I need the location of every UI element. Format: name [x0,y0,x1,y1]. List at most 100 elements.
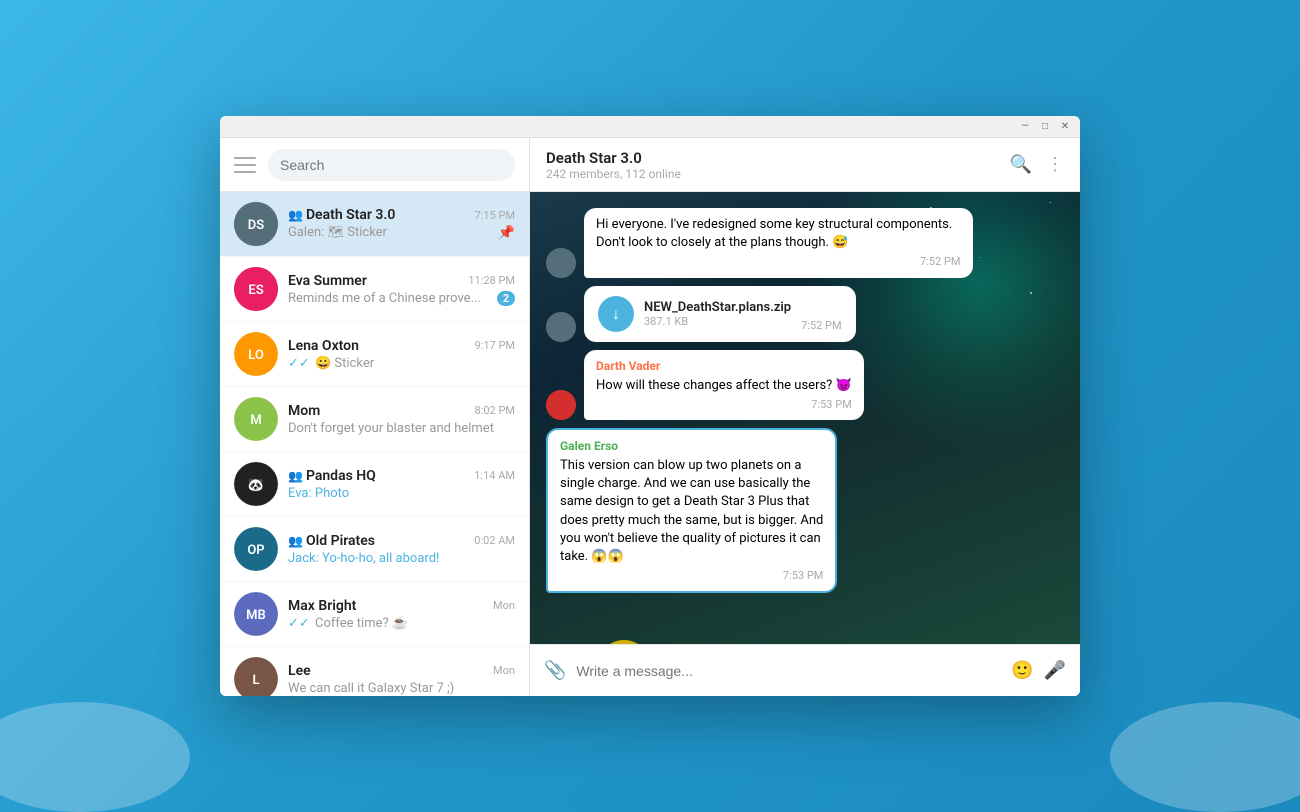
close-button[interactable]: ✕ [1058,120,1072,134]
message-avatar [546,312,576,342]
avatar: LO [234,332,278,376]
file-download-icon[interactable]: ↓ [598,296,634,332]
sidebar: DS 👥 Death Star 3.0 7:15 PM Galen: [220,138,530,696]
chat-item-lee[interactable]: L Lee Mon We can call it Galaxy Star 7 ;… [220,647,529,696]
avatar: L [234,657,278,696]
maximize-button[interactable]: □ [1038,120,1052,134]
chat-item-lena-oxton[interactable]: LO Lena Oxton 9:17 PM ✓✓ 😀 Sticker [220,322,529,387]
check-icon: ✓✓ [288,356,313,371]
more-options-button[interactable]: ⋮ [1046,154,1064,175]
chat-info: 👥 Pandas HQ 1:14 AM Eva: Photo [288,468,515,501]
chat-time: 1:14 AM [474,469,515,482]
chat-item-old-pirates[interactable]: OP 👥 Old Pirates 0:02 AM Jack: Yo-ho-ho,… [220,517,529,582]
avatar: ES [234,267,278,311]
message-time: 7:53 PM [596,397,852,412]
avatar: M [234,397,278,441]
chat-time: Mon [493,599,515,612]
message-input[interactable] [576,663,1001,679]
chat-header-info: Death Star 3.0 242 members, 112 online [546,149,1010,181]
chat-time: 0:02 AM [474,534,515,547]
chat-preview: Don't forget your blaster and helmet [288,421,515,436]
app-window: — □ ✕ DS [220,116,1080,696]
chat-top: Lena Oxton 9:17 PM [288,338,515,354]
svg-text:DS: DS [248,218,264,233]
chat-preview: We can call it Galaxy Star 7 ;) [288,681,515,696]
chat-name: 👥 Pandas HQ [288,468,376,484]
chat-time: Mon [493,664,515,677]
file-info: NEW_DeathStar.plans.zip 387.1 KB [644,300,791,328]
chat-name: Eva Summer [288,273,367,289]
emoji-button[interactable]: 🙂 [1011,660,1033,681]
messages-scroll: Hi everyone. I've redesigned some key st… [546,208,1064,644]
pinned-icon: 📌 [498,225,515,241]
message-avatar [546,248,576,278]
message-bubble: Galen Erso This version can blow up two … [546,428,837,593]
chat-item-max-bright[interactable]: MB Max Bright Mon ✓✓ Coffee time? ☕ [220,582,529,647]
chat-preview: Eva: Photo [288,486,515,501]
chat-top: Mom 8:02 PM [288,403,515,419]
chat-panel: Death Star 3.0 242 members, 112 online 🔍… [530,138,1080,696]
chat-name: Mom [288,403,320,419]
chat-item-death-star[interactable]: DS 👥 Death Star 3.0 7:15 PM Galen: [220,192,529,257]
chat-info: Max Bright Mon ✓✓ Coffee time? ☕ [288,598,515,631]
message-bubble: Darth Vader How will these changes affec… [584,350,864,420]
svg-text:L: L [252,673,259,688]
chat-header-actions: 🔍 ⋮ [1010,154,1064,175]
check-icon: ✓✓ [288,616,313,631]
chat-top: Eva Summer 11:28 PM [288,273,515,289]
chat-item-mom[interactable]: M Mom 8:02 PM Don't forget your blaster … [220,387,529,452]
message-bubble: Hi everyone. I've redesigned some key st… [584,208,973,278]
chat-time: 9:17 PM [475,339,515,352]
unread-badge: 2 [497,291,515,306]
avatar: OP [234,527,278,571]
svg-text:MB: MB [246,608,266,623]
search-button[interactable]: 🔍 [1010,154,1032,175]
main-content: DS 👥 Death Star 3.0 7:15 PM Galen: [220,138,1080,696]
chat-preview: ✓✓ Coffee time? ☕ [288,616,515,631]
sticker-area [584,605,744,644]
search-box[interactable] [268,149,515,181]
message-sender: Galen Erso [560,438,823,455]
avatar: 🐼 [234,462,278,506]
message-sender: Darth Vader [596,358,852,375]
svg-text:LO: LO [248,348,264,363]
svg-text:M: M [250,413,261,428]
chat-info: Mom 8:02 PM Don't forget your blaster an… [288,403,515,436]
chat-header-meta: 242 members, 112 online [546,167,1010,181]
chat-top: Lee Mon [288,663,515,679]
chat-time: 11:28 PM [468,274,515,287]
voice-button[interactable]: 🎤 [1044,660,1066,681]
chat-top: 👥 Death Star 3.0 7:15 PM [288,207,515,223]
chat-top: 👥 Old Pirates 0:02 AM [288,533,515,549]
chat-name: 👥 Old Pirates [288,533,375,549]
chat-item-eva-summer[interactable]: ES Eva Summer 11:28 PM Reminds me of a C… [220,257,529,322]
preview-link: Jack: Yo-ho-ho, all aboard! [288,551,439,566]
message-text: Hi everyone. I've redesigned some key st… [596,216,961,252]
attach-button[interactable]: 📎 [544,660,566,681]
message-text: This version can blow up two planets on … [560,457,823,566]
chat-top: 👥 Pandas HQ 1:14 AM [288,468,515,484]
sidebar-header [220,138,529,192]
chat-preview: Reminds me of a Chinese prove... 2 [288,291,515,306]
sticker-image [584,605,744,644]
chat-preview: Jack: Yo-ho-ho, all aboard! [288,551,515,566]
svg-text:ES: ES [248,283,263,298]
file-size: 387.1 KB [644,315,791,328]
cloud-right-decoration [1110,702,1300,812]
chat-info: Lena Oxton 9:17 PM ✓✓ 😀 Sticker [288,338,515,371]
messages-area: Hi everyone. I've redesigned some key st… [530,192,1080,644]
message-row: ↓ NEW_DeathStar.plans.zip 387.1 KB 7:52 … [546,286,1064,342]
search-input[interactable] [280,157,503,173]
message-text: How will these changes affect the users?… [596,377,852,395]
message-time: 7:52 PM [596,254,961,269]
menu-button[interactable] [234,157,256,173]
chat-item-pandas-hq[interactable]: 🐼 👥 Pandas HQ 1:14 AM Eva: Photo [220,452,529,517]
message-row [546,601,1064,644]
chat-list: DS 👥 Death Star 3.0 7:15 PM Galen: [220,192,529,696]
title-bar: — □ ✕ [220,116,1080,138]
svg-text:🐼: 🐼 [248,477,265,493]
chat-info: Eva Summer 11:28 PM Reminds me of a Chin… [288,273,515,306]
svg-text:OP: OP [247,543,264,558]
chat-name: Lee [288,663,311,679]
minimize-button[interactable]: — [1018,120,1032,134]
